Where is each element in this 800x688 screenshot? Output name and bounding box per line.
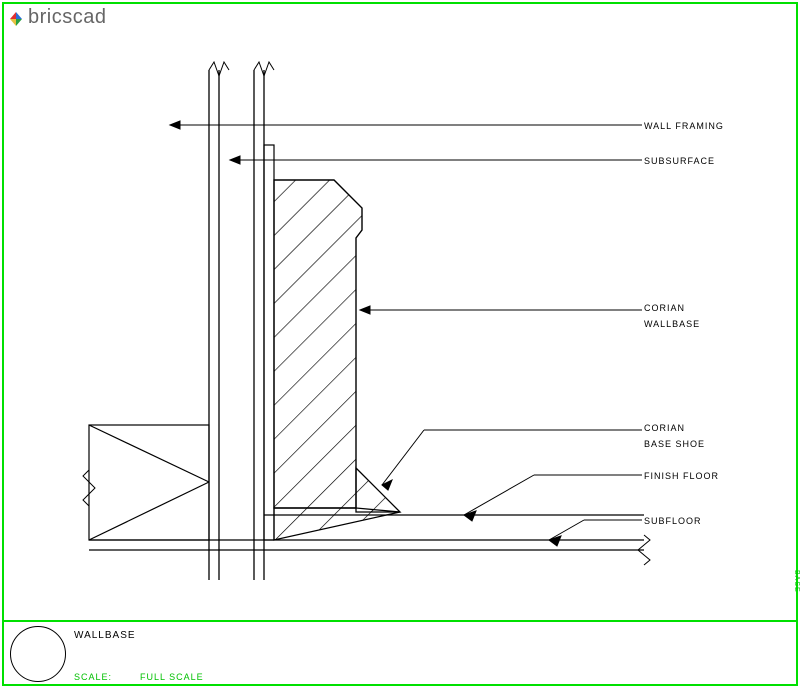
corian-wallbase-section: [274, 180, 362, 508]
detail-marker-circle: [10, 626, 66, 682]
left-blocking: [83, 425, 209, 540]
callout-corian-wallbase: CORIAN WALLBASE: [644, 300, 700, 332]
callout-corian-baseshoe: CORIAN BASE SHOE: [644, 420, 705, 452]
subsurface-panel: [264, 145, 274, 540]
callout-subsurface: SUBSURFACE: [644, 153, 715, 169]
callout-finish-floor: FINISH FLOOR: [644, 468, 719, 484]
leader-lines: [170, 121, 642, 546]
app-logo: bricscad: [8, 6, 106, 29]
callout-wall-framing: WALL FRAMING: [644, 118, 724, 134]
scale-value: FULL SCALE: [140, 672, 204, 682]
side-note: BASE: [793, 570, 800, 593]
app-name: bricscad: [28, 6, 106, 29]
bricscad-logo-icon: [8, 10, 24, 26]
app-frame: bricscad: [0, 0, 800, 688]
callout-subfloor: SUBFLOOR: [644, 513, 702, 529]
titleblock-divider: [4, 620, 796, 622]
drawing-title: WALLBASE: [74, 630, 136, 641]
scale-label: SCALE:: [74, 672, 112, 682]
